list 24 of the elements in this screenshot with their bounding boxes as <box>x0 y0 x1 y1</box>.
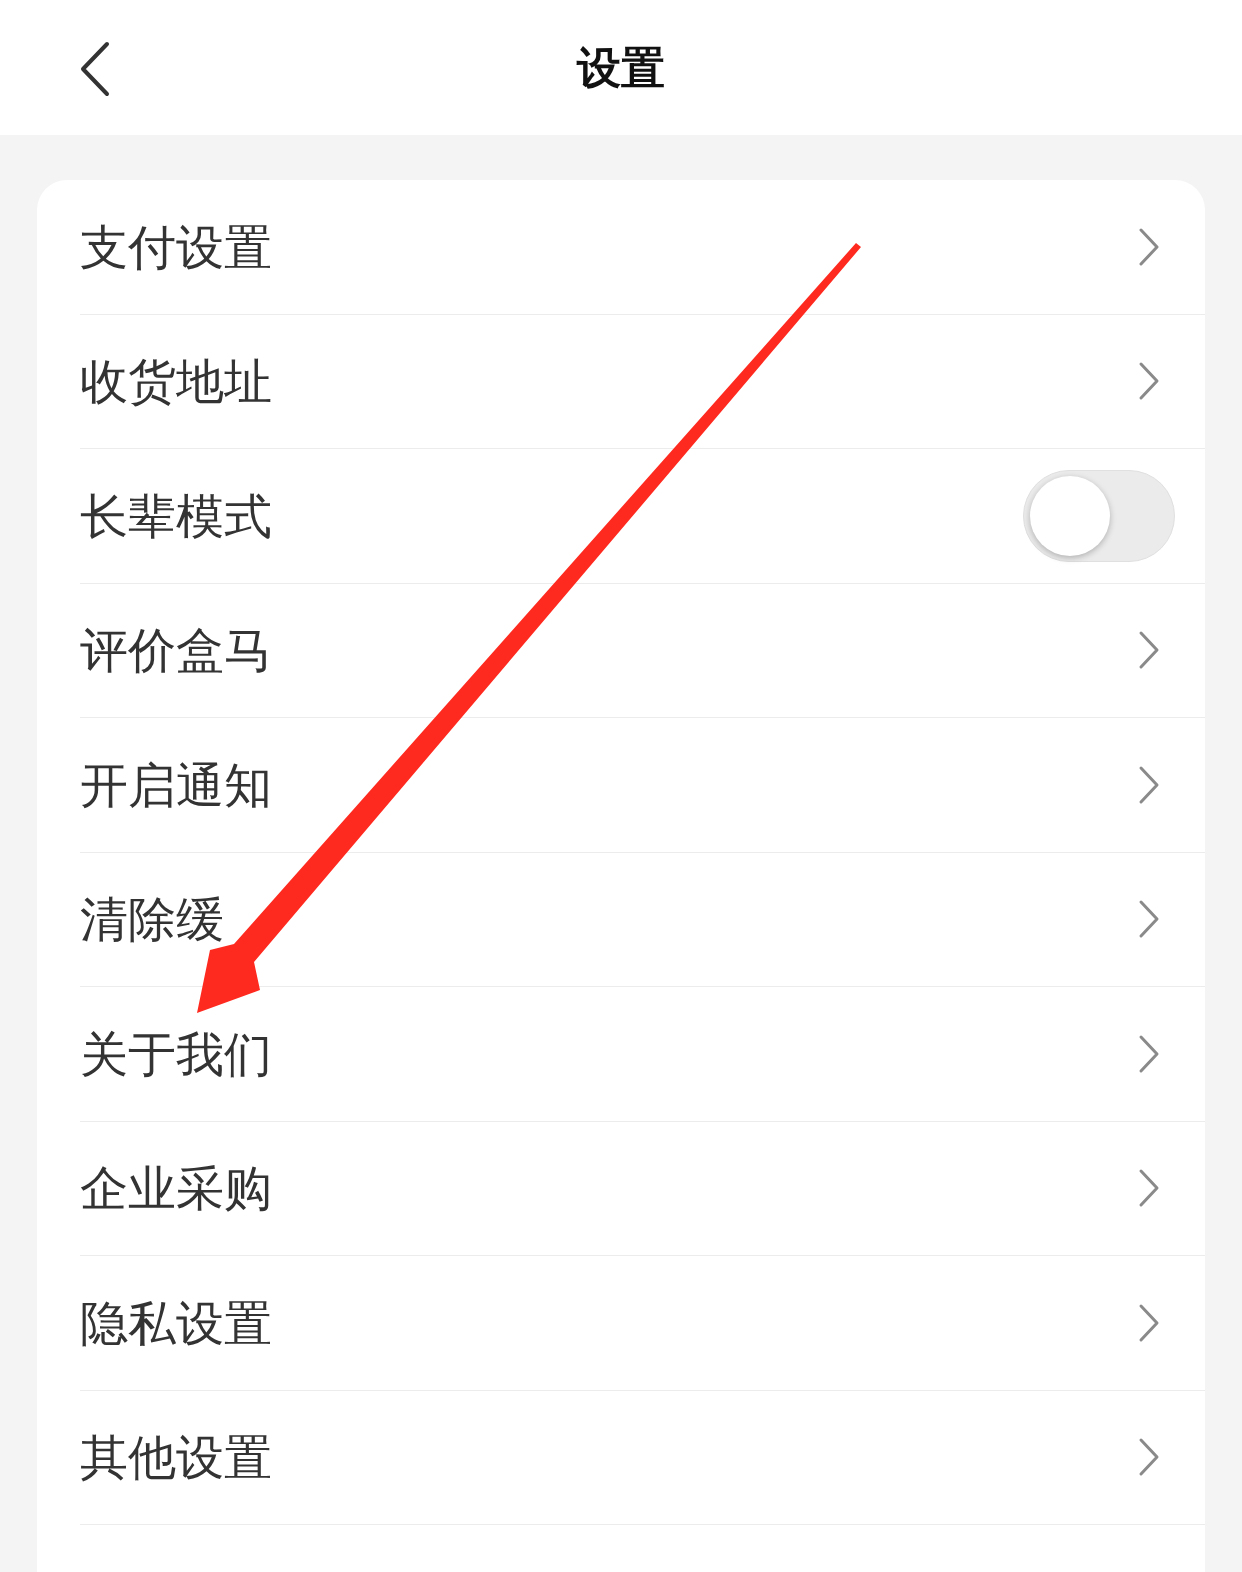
row-label: 清除缓 <box>80 890 224 950</box>
chevron-right-icon <box>1138 630 1160 671</box>
row-label: 评价盒马 <box>80 621 272 681</box>
row-label: 隐私设置 <box>80 1293 272 1353</box>
row-label: 收货地址 <box>80 352 272 412</box>
chevron-right-icon <box>1138 1033 1160 1074</box>
row-label: 长辈模式 <box>80 486 272 546</box>
chevron-right-icon <box>1138 1437 1160 1478</box>
row-label: 支付设置 <box>80 217 272 277</box>
chevron-right-icon <box>1138 899 1160 940</box>
row-label: 关于我们 <box>80 1024 272 1084</box>
chevron-right-icon <box>1138 361 1160 402</box>
row-label: 企业采购 <box>80 1159 272 1219</box>
row-label: 其他设置 <box>80 1428 272 1488</box>
settings-row[interactable]: 其他设置 <box>80 1390 1205 1525</box>
chevron-right-icon <box>1138 764 1160 805</box>
back-icon <box>80 41 110 97</box>
page-title: 设置 <box>577 40 665 95</box>
settings-row[interactable]: 隐私设置 <box>80 1256 1205 1391</box>
row-label: 开启通知 <box>80 755 272 815</box>
settings-row[interactable]: 企业采购 <box>80 1121 1205 1256</box>
chevron-right-icon <box>1138 1302 1160 1343</box>
chevron-right-icon <box>1138 226 1160 267</box>
chevron-right-icon <box>1138 1168 1160 1209</box>
